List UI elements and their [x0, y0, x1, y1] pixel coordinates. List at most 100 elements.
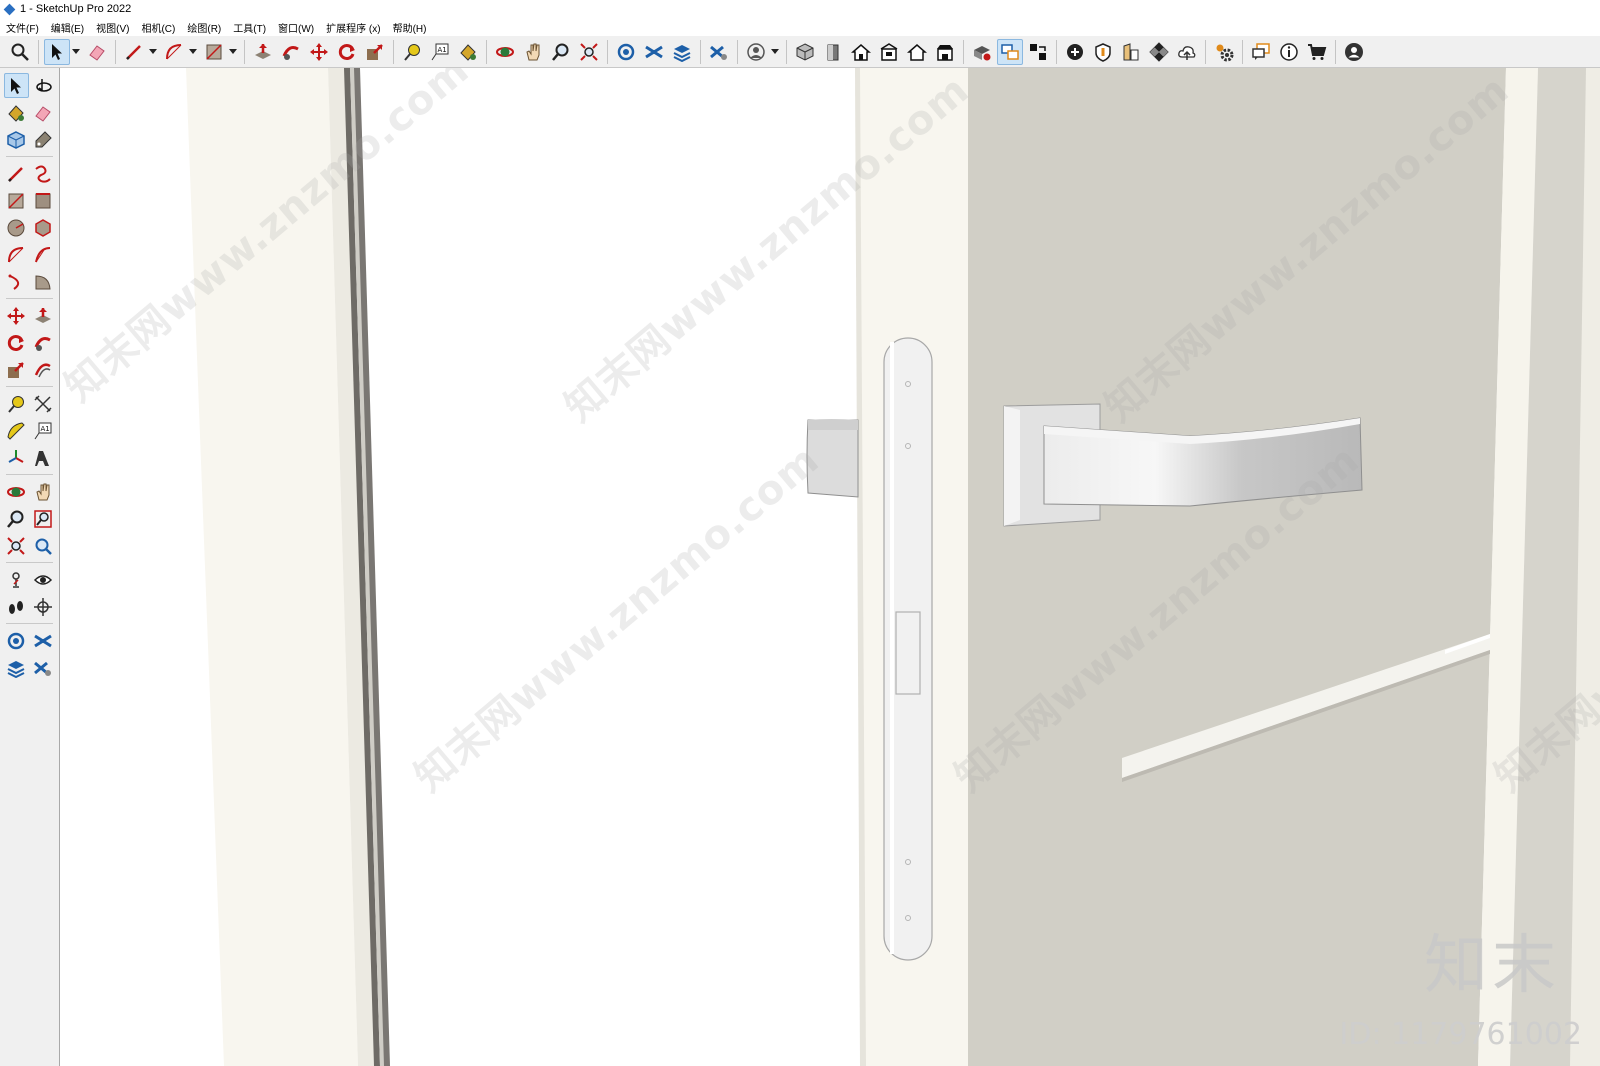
pencil-icon[interactable] [121, 39, 147, 65]
share-icon[interactable] [31, 655, 56, 680]
section-plane-icon[interactable] [31, 594, 56, 619]
menu-help[interactable]: 帮助(H) [387, 20, 433, 35]
move-icon[interactable] [306, 39, 332, 65]
zoom-icon[interactable] [4, 506, 29, 531]
pie-icon[interactable] [31, 269, 56, 294]
extension-warehouse-icon[interactable] [31, 628, 56, 653]
top-view-icon[interactable] [820, 39, 846, 65]
select-arrow-icon[interactable] [3, 73, 29, 98]
comment-icon[interactable] [1248, 39, 1274, 65]
warehouse-icon[interactable] [4, 628, 29, 653]
menu-extensions[interactable]: 扩展程序 (x) [320, 20, 386, 35]
look-around-icon[interactable] [31, 567, 56, 592]
paint-bucket-icon[interactable] [4, 100, 29, 125]
polygon-icon[interactable] [31, 215, 56, 240]
menu-view[interactable]: 视图(V) [90, 20, 135, 35]
settings-icon[interactable] [1211, 39, 1237, 65]
menu-edit[interactable]: 编辑(E) [45, 20, 90, 35]
eraser-icon[interactable] [31, 100, 56, 125]
iso-view-icon[interactable] [792, 39, 818, 65]
orbit-icon[interactable] [31, 73, 56, 98]
circle-icon[interactable] [4, 215, 29, 240]
solid-tools-icon[interactable] [969, 39, 995, 65]
component-icon[interactable] [4, 127, 29, 152]
section-icon[interactable] [1025, 39, 1051, 65]
3d-text-icon[interactable] [31, 445, 56, 470]
rotate-icon[interactable] [4, 330, 29, 355]
rectangle-icon[interactable] [4, 188, 29, 213]
dimension-icon[interactable] [31, 391, 56, 416]
paint-bucket-icon[interactable] [455, 39, 481, 65]
eraser-icon[interactable] [84, 39, 110, 65]
protractor-icon[interactable] [4, 418, 29, 443]
extension-manager-icon[interactable] [706, 39, 732, 65]
axes-icon[interactable] [4, 445, 29, 470]
menu-tools[interactable]: 工具(T) [227, 20, 272, 35]
pencil-dropdown-icon[interactable] [149, 49, 157, 54]
account-dropdown-icon[interactable] [771, 49, 779, 54]
rectangle-icon[interactable] [201, 39, 227, 65]
rectangle-dropdown-icon[interactable] [229, 49, 237, 54]
freehand-icon[interactable] [31, 161, 56, 186]
rotate-icon[interactable] [334, 39, 360, 65]
arc-dropdown-icon[interactable] [189, 49, 197, 54]
sandbox-icon[interactable] [1090, 39, 1116, 65]
pan-icon[interactable] [520, 39, 546, 65]
three-point-arc-icon[interactable] [4, 269, 29, 294]
move-icon[interactable] [4, 303, 29, 328]
left-toolbar-separator [6, 474, 53, 475]
scale-icon[interactable] [4, 357, 29, 382]
position-camera-icon[interactable] [4, 567, 29, 592]
rotated-rectangle-icon[interactable] [31, 188, 56, 213]
zoom-extents-icon[interactable] [4, 533, 29, 558]
back-view-icon[interactable] [904, 39, 930, 65]
account-icon[interactable] [743, 39, 769, 65]
two-point-arc-icon[interactable] [31, 242, 56, 267]
tag-icon[interactable] [31, 127, 56, 152]
info-icon[interactable] [1276, 39, 1302, 65]
text-icon[interactable]: A1 [31, 418, 56, 443]
left-view-icon[interactable] [932, 39, 958, 65]
follow-me-icon[interactable] [31, 330, 56, 355]
follow-me-icon[interactable] [278, 39, 304, 65]
arc-icon[interactable] [4, 242, 29, 267]
right-view-icon[interactable] [876, 39, 902, 65]
zoom-window-icon[interactable] [31, 506, 56, 531]
pan-icon[interactable] [31, 479, 56, 504]
select-icon[interactable] [44, 38, 70, 65]
front-view-icon[interactable] [848, 39, 874, 65]
text-icon[interactable]: A1 [427, 39, 453, 65]
layers-icon[interactable] [4, 655, 29, 680]
photo-texture-icon[interactable] [1118, 39, 1144, 65]
layout-icon[interactable] [669, 39, 695, 65]
menu-window[interactable]: 窗口(W) [272, 20, 320, 35]
line-icon[interactable] [4, 161, 29, 186]
zoom-icon[interactable] [548, 39, 574, 65]
walk-icon[interactable] [4, 594, 29, 619]
checker-icon[interactable] [1146, 39, 1172, 65]
zoom-extents-icon[interactable] [576, 39, 602, 65]
push-pull-icon[interactable] [31, 303, 56, 328]
cart-icon[interactable] [1304, 39, 1330, 65]
warehouse-icon[interactable] [613, 39, 639, 65]
previous-view-icon[interactable] [31, 533, 56, 558]
menu-file[interactable]: 文件(F) [0, 20, 45, 35]
scale-icon[interactable] [362, 39, 388, 65]
model-viewport[interactable]: 知末网www.znzmo.com 知末网www.znzmo.com 知末网www… [60, 68, 1600, 1066]
menu-draw[interactable]: 绘图(R) [181, 20, 227, 35]
search-icon[interactable] [7, 39, 33, 65]
menu-camera[interactable]: 相机(C) [135, 20, 181, 35]
add-location-icon[interactable] [1062, 39, 1088, 65]
offset-icon[interactable] [31, 357, 56, 382]
tape-measure-icon[interactable] [4, 391, 29, 416]
profile-icon[interactable] [1341, 39, 1367, 65]
orbit-icon[interactable] [4, 479, 29, 504]
tape-measure-icon[interactable] [399, 39, 425, 65]
extension-warehouse-icon[interactable] [641, 39, 667, 65]
upload-icon[interactable] [1174, 39, 1200, 65]
outer-shell-icon[interactable] [997, 38, 1023, 65]
select-dropdown-icon[interactable] [72, 49, 80, 54]
arc-icon[interactable] [161, 39, 187, 65]
push-pull-icon[interactable] [250, 39, 276, 65]
orbit-icon[interactable] [492, 39, 518, 65]
